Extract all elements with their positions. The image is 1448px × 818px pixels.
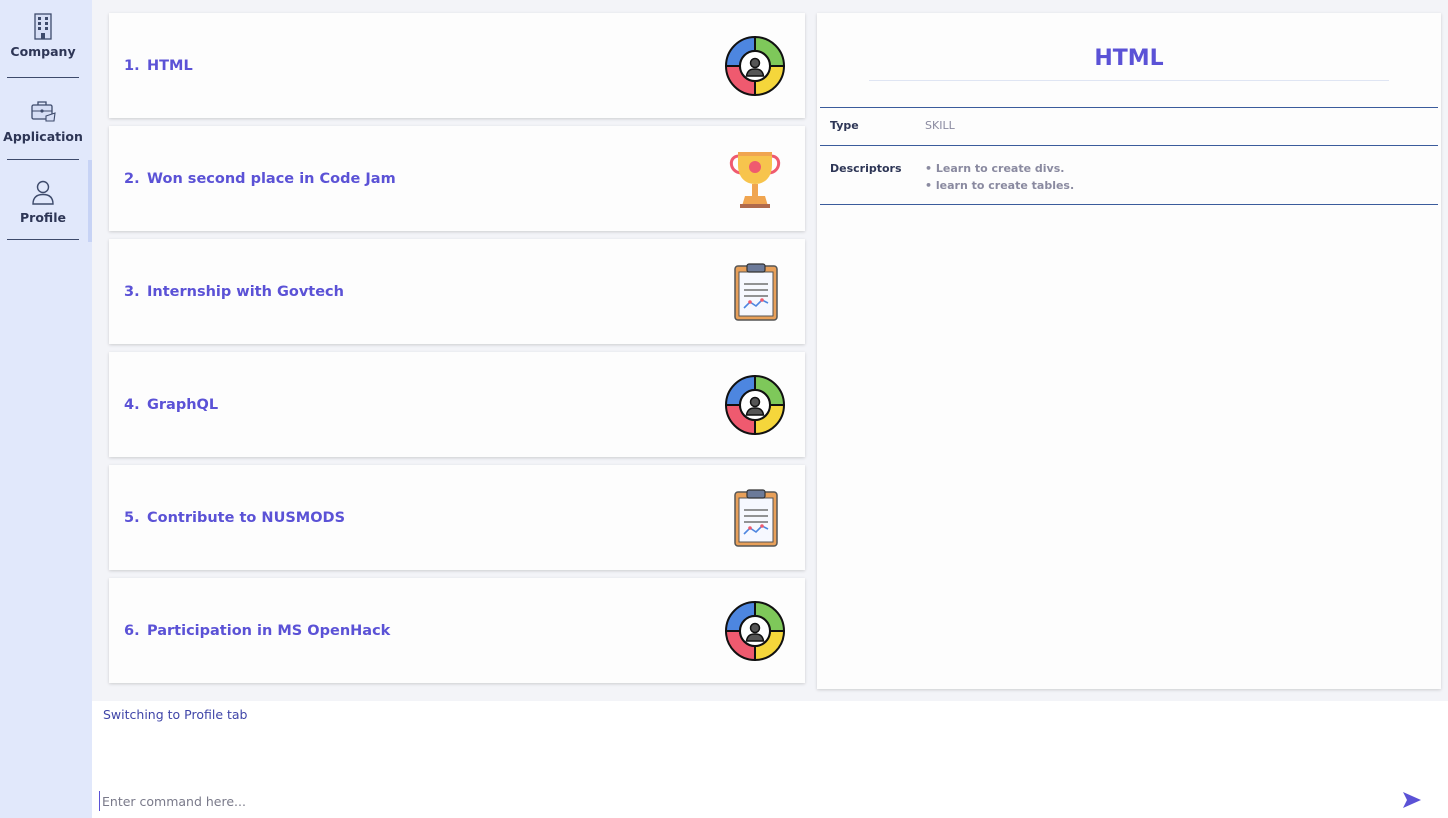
sidebar-item-label: Profile [20, 210, 66, 225]
sidebar-item-label: Company [10, 44, 76, 59]
active-tab-indicator [88, 160, 92, 242]
sidebar-item-company[interactable]: Company [7, 12, 79, 78]
item-title: Internship with Govtech [147, 283, 344, 300]
descriptors-list: Learn to create divs. learn to create ta… [925, 160, 1074, 194]
title-divider [869, 80, 1389, 81]
user-icon [29, 178, 57, 206]
item-title: HTML [147, 57, 193, 74]
sidebar-item-application[interactable]: Application [3, 97, 83, 160]
list-item[interactable]: 4. GraphQL [109, 352, 805, 457]
descriptor-item: Learn to create divs. [925, 160, 1074, 177]
divider [820, 107, 1438, 108]
send-icon[interactable] [1402, 791, 1424, 811]
clipboard-icon [723, 260, 787, 324]
list-item[interactable]: 6. Participation in MS OpenHack [109, 578, 805, 683]
briefcase-icon [29, 97, 57, 125]
list-item[interactable]: 5. Contribute to NUSMODS [109, 465, 805, 570]
item-title: Contribute to NUSMODS [147, 509, 346, 526]
list-item[interactable]: 2. Won second place in Code Jam [109, 126, 805, 231]
descriptors-label: Descriptors [830, 162, 902, 175]
command-input[interactable] [99, 791, 1389, 811]
item-title: Won second place in Code Jam [147, 170, 396, 187]
divider [820, 145, 1438, 146]
item-title: GraphQL [147, 396, 219, 413]
skill-wheel-icon [723, 599, 787, 663]
clipboard-icon [723, 486, 787, 550]
item-title: Participation in MS OpenHack [147, 622, 391, 639]
item-index: 4. [124, 396, 140, 413]
item-index: 2. [124, 170, 140, 187]
type-value: SKILL [925, 119, 955, 132]
item-index: 6. [124, 622, 140, 639]
sidebar-item-label: Application [3, 129, 83, 144]
detail-title: HTML [1094, 46, 1164, 71]
result-message: Switching to Profile tab [103, 707, 248, 722]
skill-wheel-icon [723, 34, 787, 98]
trophy-icon [723, 147, 787, 211]
list-item[interactable]: 3. Internship with Govtech [109, 239, 805, 344]
detail-panel: HTML Type SKILL Descriptors Learn to cre… [817, 13, 1441, 689]
skill-wheel-icon [723, 373, 787, 437]
item-index: 1. [124, 57, 140, 74]
result-display: Switching to Profile tab [92, 701, 1448, 818]
sidebar-item-profile[interactable]: Profile [7, 178, 79, 240]
sidebar: Company Application Profile [0, 0, 92, 818]
building-icon [29, 12, 57, 40]
divider [820, 204, 1438, 205]
item-index: 3. [124, 283, 140, 300]
list-item[interactable]: 1. HTML [109, 13, 805, 118]
type-label: Type [830, 119, 859, 132]
descriptor-item: learn to create tables. [925, 177, 1074, 194]
item-index: 5. [124, 509, 140, 526]
